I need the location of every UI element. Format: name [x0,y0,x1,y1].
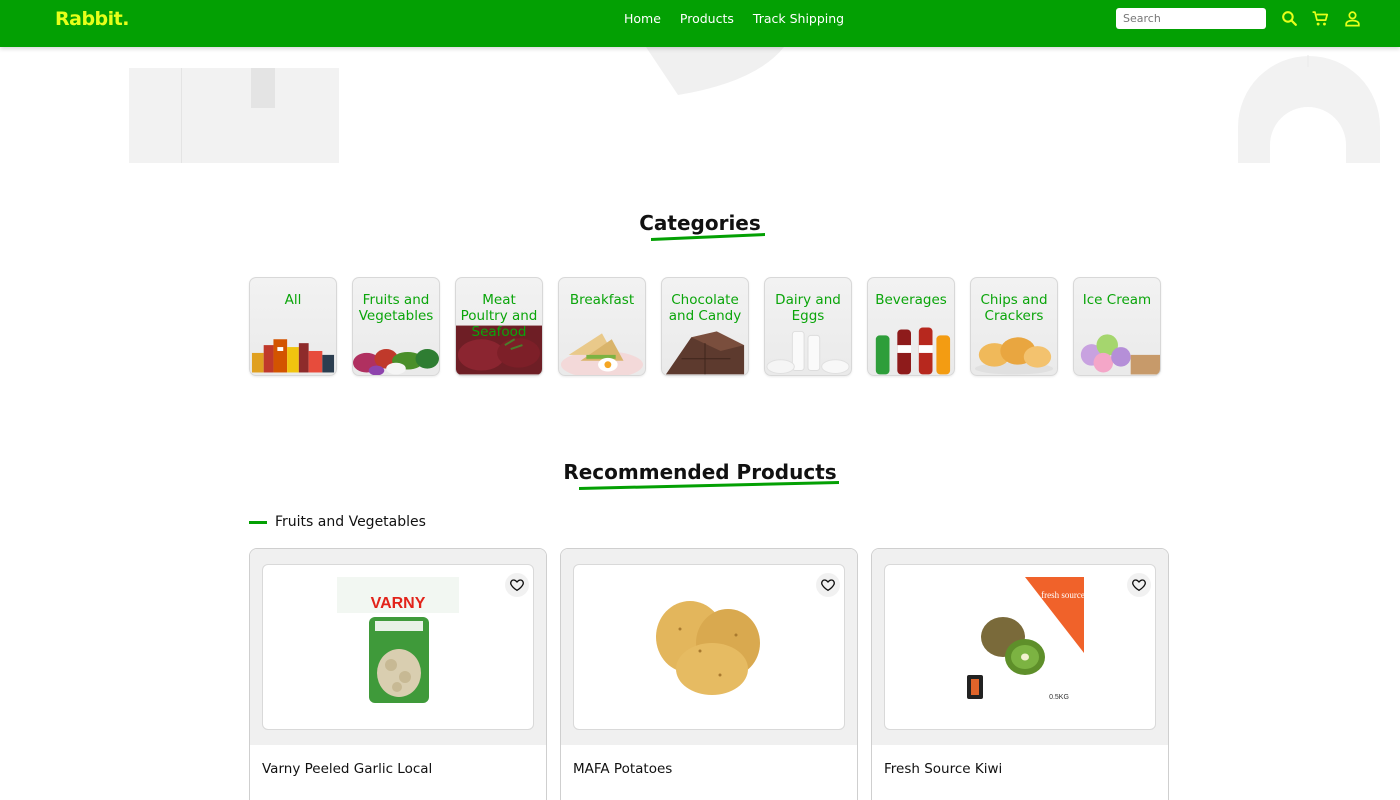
category-image-vegetables [353,349,439,375]
nav-home-link[interactable]: Home [624,11,661,26]
category-label: All [284,292,302,308]
cart-icon[interactable] [1311,9,1330,28]
product-name[interactable]: MAFA Potatoes [573,761,672,777]
category-chips-and-crackers[interactable]: Chips and Crackers [970,277,1058,376]
category-fruits-and-vegetables[interactable]: Fruits and Vegetables [352,277,440,376]
product-card[interactable]: MAFA Potatoes [560,548,858,800]
product-card[interactable]: VARNY Varny Peeled Garlic Local [249,548,547,800]
category-chocolate-and-candy[interactable]: Chocolate and Candy [661,277,749,376]
group-heading-label: Fruits and Vegetables [275,514,426,530]
product-list: VARNY Varny Peeled Garlic Local MAFA Pot… [249,548,1169,800]
heart-icon [510,579,524,592]
user-icon[interactable] [1343,9,1362,28]
hero-banner-fragment [129,68,339,163]
product-image-frame [573,564,845,730]
favorite-button[interactable] [1127,573,1151,597]
product-image-frame: VARNY [262,564,534,730]
product-name[interactable]: Fresh Source Kiwi [884,761,1002,777]
category-dairy-and-eggs[interactable]: Dairy and Eggs [764,277,852,376]
category-image-ice-cream [1080,334,1160,375]
product-image-kiwi: fresh source 0.5KG [967,577,1085,701]
categories-title-underline [651,233,765,241]
product-group-heading: Fruits and Vegetables [249,514,426,530]
nav-track-shipping-link[interactable]: Track Shipping [753,11,844,26]
product-image-potatoes [656,601,760,695]
category-image-beverages [875,327,951,375]
category-image-all [251,339,335,373]
product-image-garlic: VARNY [337,577,459,703]
favorite-button[interactable] [505,573,529,597]
category-label: Dairy and Eggs [775,292,841,324]
main-nav: Home Products Track Shipping [624,11,844,26]
product-image-frame: fresh source 0.5KG [884,564,1156,730]
product-card-media [561,549,857,745]
category-breakfast[interactable]: Breakfast [558,277,646,376]
category-meat-poultry-and-seafood[interactable]: Meat Poultry and Seafood [455,277,543,376]
top-navbar: Rabbit. Home Products Track Shipping [0,0,1400,47]
category-beverages[interactable]: Beverages [867,277,955,376]
category-image-dairy [766,330,850,374]
logo[interactable]: Rabbit. [55,8,129,30]
recommended-title-underline [579,481,839,490]
favorite-button[interactable] [816,573,840,597]
hero-decoration-ring [1238,55,1380,163]
search-icon[interactable] [1280,9,1299,28]
category-image-chocolate [665,331,745,375]
category-image-breakfast [560,333,644,375]
category-label: Fruits and Vegetables [358,292,434,324]
heart-icon [821,579,835,592]
category-image-chips [974,337,1054,375]
product-card-media: VARNY [250,549,546,745]
category-label: Beverages [875,292,947,308]
category-label: Meat Poultry and Seafood [460,292,538,340]
product-package-brand: VARNY [371,595,426,612]
category-label: Ice Cream [1082,292,1152,308]
heart-icon [1132,579,1146,592]
category-all[interactable]: All [249,277,337,376]
product-package-brand: fresh source [1041,590,1085,600]
product-card[interactable]: fresh source 0.5KG Fresh Source Kiwi [871,548,1169,800]
search-input[interactable] [1116,8,1266,29]
product-name[interactable]: Varny Peeled Garlic Local [262,761,432,777]
category-label: Chips and Crackers [980,292,1048,324]
nav-products-link[interactable]: Products [680,11,734,26]
hero-decoration [646,47,784,95]
category-ice-cream[interactable]: Ice Cream [1073,277,1161,376]
product-card-media: fresh source 0.5KG [872,549,1168,745]
product-package-weight: 0.5KG [1049,694,1069,701]
category-label: Chocolate and Candy [668,292,742,324]
group-heading-marker [249,520,267,524]
categories-list: All Fruits and Vegetables Meat Poultry a… [249,277,1161,376]
category-label: Breakfast [569,292,635,308]
